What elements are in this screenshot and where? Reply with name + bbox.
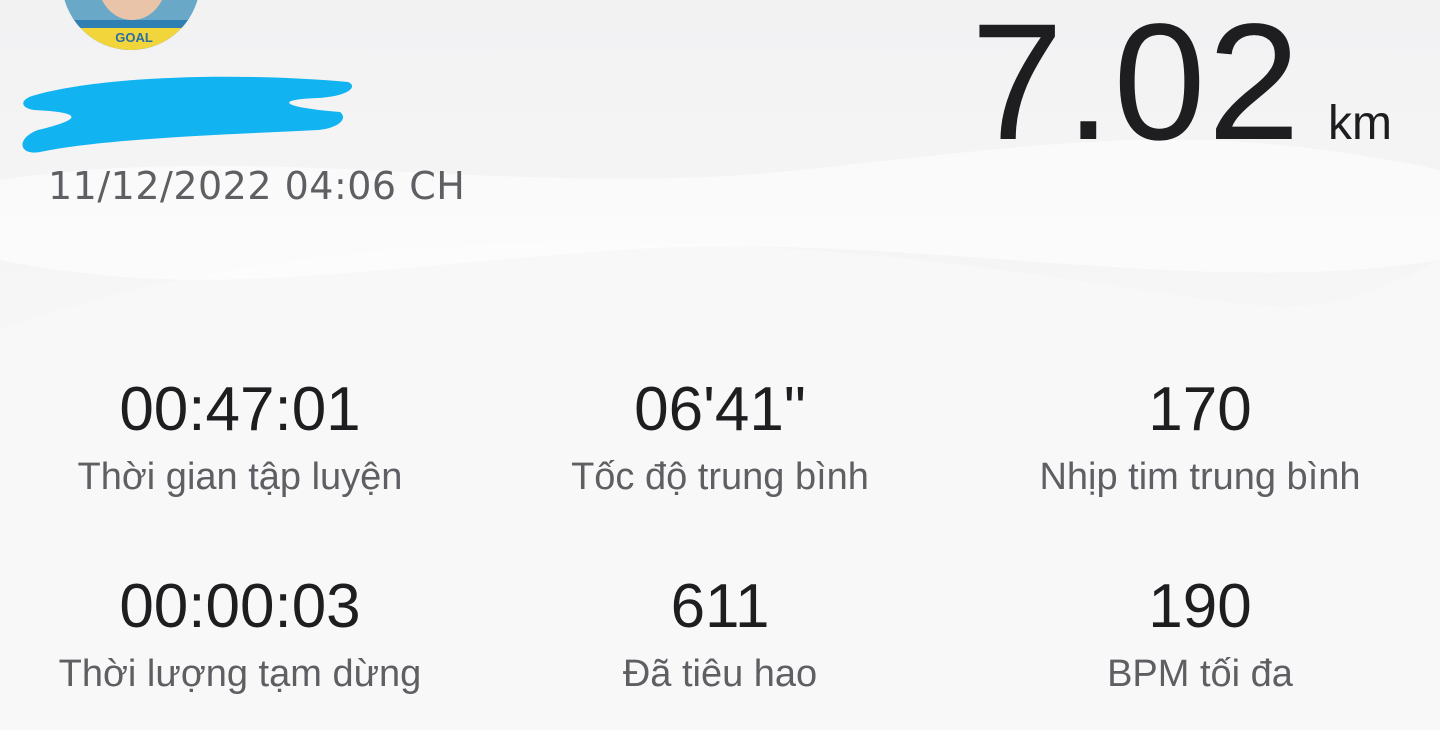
stat-calories-burned: 611 Đã tiêu hao xyxy=(480,567,960,697)
stat-label: Đã tiêu hao xyxy=(622,653,818,695)
distance-display: 7.02 km xyxy=(971,0,1392,166)
stat-label: Nhịp tim trung bình xyxy=(1039,456,1361,498)
name-redaction-scribble xyxy=(22,76,353,153)
workout-date: 11/12/2022 04:06 CH xyxy=(48,164,466,208)
stat-value: 00:00:03 xyxy=(119,572,361,641)
stat-average-heart-rate: 170 Nhịp tim trung bình xyxy=(960,370,1440,500)
stat-workout-time: 00:47:01 Thời gian tập luyện xyxy=(0,370,480,500)
stat-value: 06'41" xyxy=(634,375,806,444)
stat-value: 170 xyxy=(1148,375,1252,444)
stat-max-bpm: 190 BPM tối đa xyxy=(960,567,1440,697)
stat-label: Thời lượng tạm dừng xyxy=(58,653,422,695)
stat-value: 00:47:01 xyxy=(119,375,361,444)
distance-value: 7.02 xyxy=(970,0,1303,175)
distance-unit: km xyxy=(1328,97,1392,150)
stat-value: 611 xyxy=(670,572,770,641)
stat-value: 190 xyxy=(1148,572,1252,641)
stat-average-pace: 06'41" Tốc độ trung bình xyxy=(480,370,960,500)
stat-label: Tốc độ trung bình xyxy=(571,456,869,498)
stat-label: BPM tối đa xyxy=(1107,653,1293,695)
stat-label: Thời gian tập luyện xyxy=(77,456,403,498)
stat-pause-duration: 00:00:03 Thời lượng tạm dừng xyxy=(0,567,480,697)
avatar-logo-text: GOAL xyxy=(115,30,153,45)
